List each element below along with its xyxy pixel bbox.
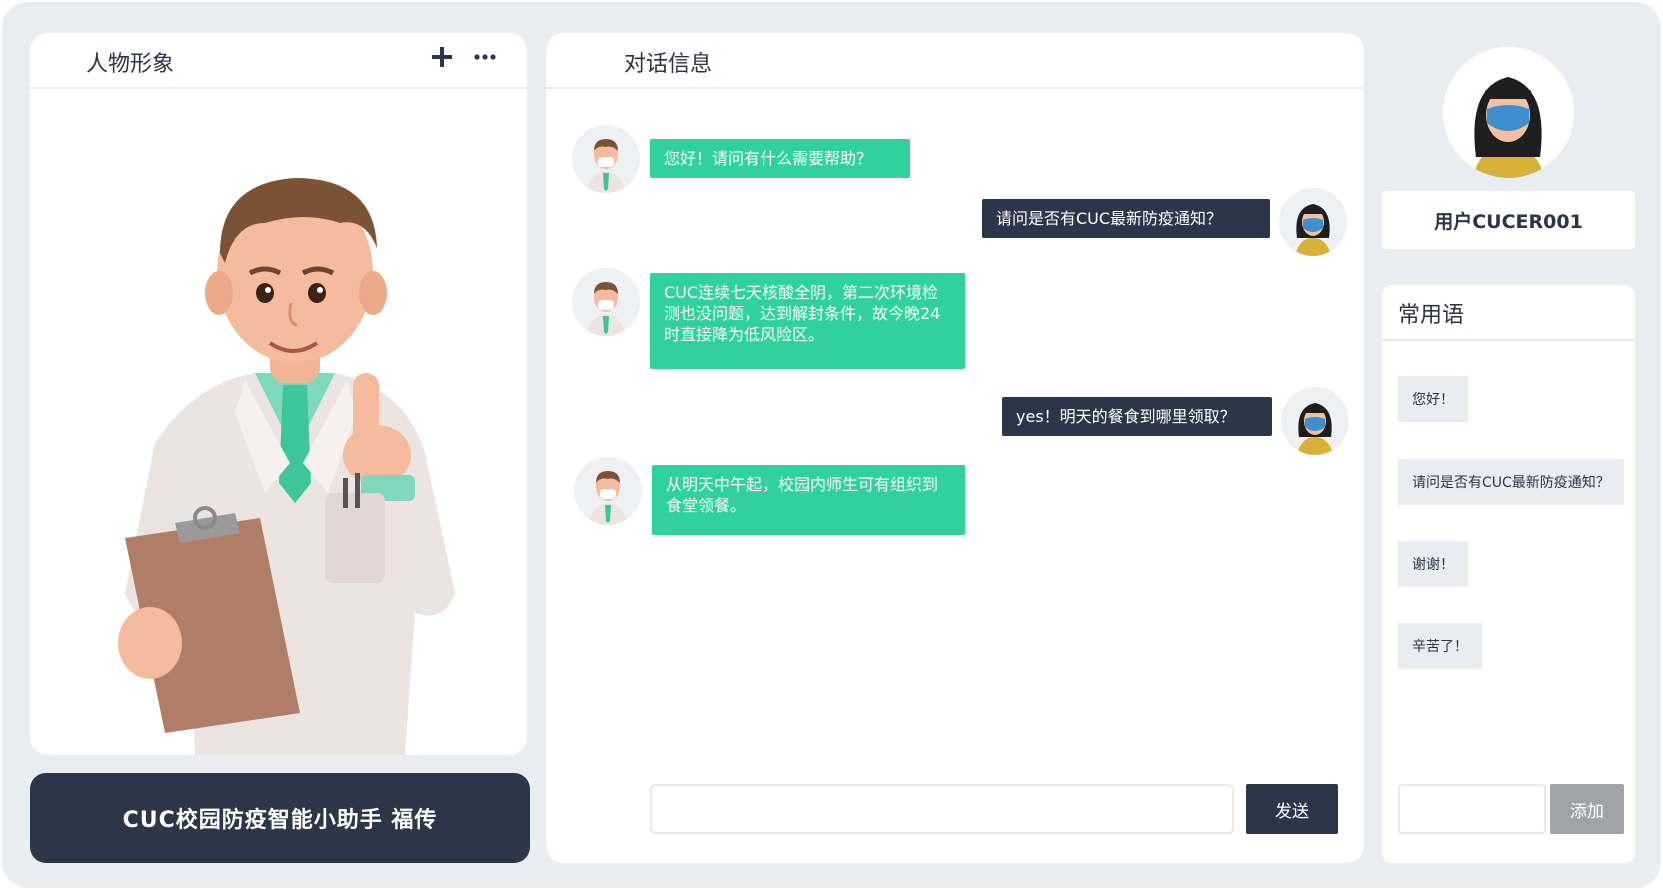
common-phrases-title: 常用语: [1398, 303, 1465, 328]
chat-panel-header: 对话信息: [546, 33, 1364, 89]
bot-avatar: [574, 457, 642, 525]
add-phrase-button[interactable]: 添加: [1550, 784, 1624, 834]
chat-message-user: 请问是否有CUC最新防疫通知？: [982, 199, 1270, 238]
assistant-name-bar: CUC校园防疫智能小助手 福传: [30, 773, 530, 863]
phrase-chip[interactable]: 谢谢！: [1398, 541, 1468, 587]
chat-message-user: yes！明天的餐食到哪里领取？: [1002, 397, 1272, 436]
doctor-character-illustration: [118, 178, 455, 755]
chat-message-bot: 您好！请问有什么需要帮助？: [650, 139, 910, 178]
plus-icon[interactable]: [428, 43, 456, 71]
chat-panel-title: 对话信息: [624, 52, 713, 77]
character-panel-title: 人物形象: [86, 52, 175, 77]
chat-message-input[interactable]: [650, 784, 1234, 834]
user-profile-avatar: [1443, 47, 1574, 178]
user-avatar: [1281, 387, 1349, 455]
phrase-chip[interactable]: 您好！: [1398, 376, 1468, 422]
character-panel-header: 人物形象: [30, 33, 527, 89]
bot-avatar: [572, 125, 640, 193]
new-phrase-input[interactable]: [1398, 784, 1546, 834]
chat-panel: 对话信息 您好！请问有什么需要帮助？ 请问是否有CUC最新防疫通知？ CUC连续…: [546, 33, 1364, 863]
send-button[interactable]: 发送: [1246, 784, 1338, 834]
common-phrases-header: 常用语: [1382, 285, 1635, 341]
phrase-chip[interactable]: 辛苦了！: [1398, 623, 1482, 669]
chat-message-bot: 从明天中午起，校园内师生可有组织到食堂领餐。: [652, 465, 965, 535]
more-horizontal-icon[interactable]: [472, 47, 498, 67]
user-name-card: 用户CUCER001: [1382, 191, 1635, 249]
bot-avatar: [572, 268, 640, 336]
character-panel: 人物形象: [30, 33, 527, 755]
common-phrases-panel: 常用语 您好！ 请问是否有CUC最新防疫通知？ 谢谢！ 辛苦了！ 添加: [1382, 285, 1635, 863]
chat-message-bot: CUC连续七天核酸全阴，第二次环境检测也没问题，达到解封条件，故今晚24时直接降…: [650, 273, 965, 369]
phrase-chip[interactable]: 请问是否有CUC最新防疫通知？: [1398, 459, 1624, 505]
user-avatar: [1279, 188, 1347, 256]
